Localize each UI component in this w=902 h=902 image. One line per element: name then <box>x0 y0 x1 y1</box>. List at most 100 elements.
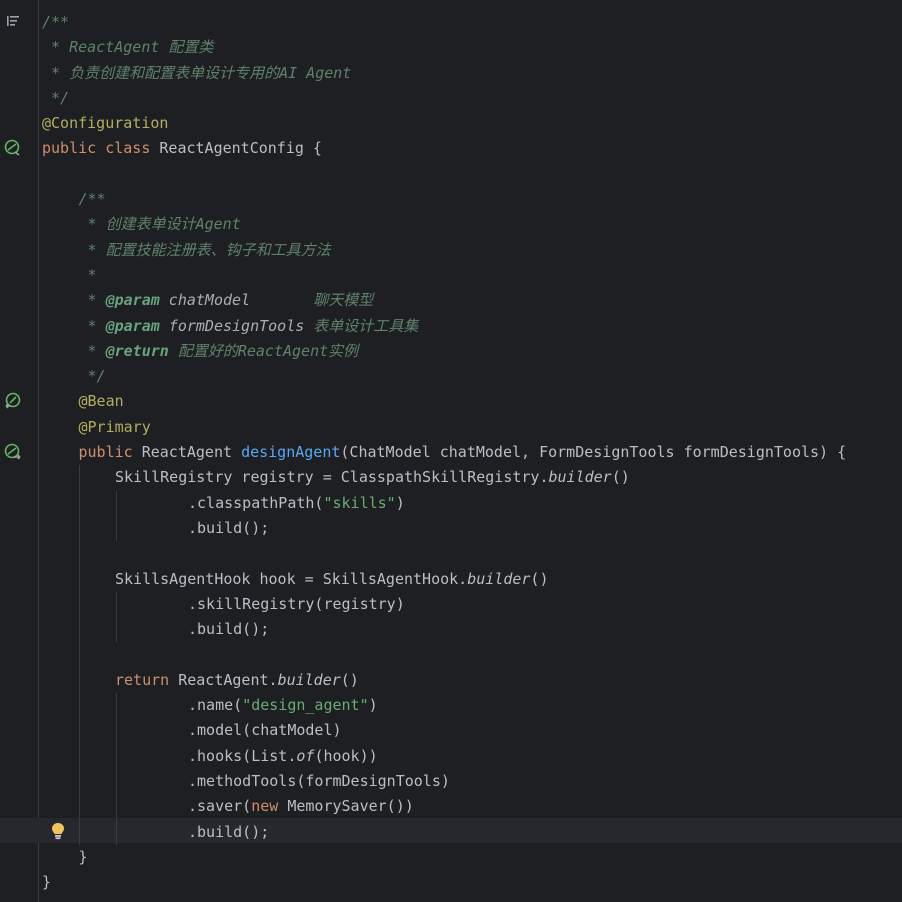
spring-bean-icon[interactable] <box>4 443 22 461</box>
code-token: 配置好的ReactAgent实例 <box>168 341 359 360</box>
code-line-content: * ReactAgent 配置类 <box>42 38 213 56</box>
code-line-content: .skillRegistry(registry) <box>42 595 405 613</box>
code-line[interactable] <box>42 162 902 187</box>
code-line[interactable]: @Bean <box>42 389 902 414</box>
code-token: MemorySaver()) <box>287 797 414 816</box>
code-line[interactable]: * <box>42 263 902 288</box>
code-line-content <box>42 544 115 562</box>
code-line[interactable]: */ <box>42 364 902 389</box>
code-line[interactable]: .saver(new MemorySaver()) <box>42 794 902 820</box>
code-line[interactable]: .methodTools(formDesignTools) <box>42 768 902 795</box>
code-line-content: .build(); <box>42 823 269 841</box>
code-line[interactable] <box>42 541 902 567</box>
code-line[interactable]: .hooks(List.of(hook)) <box>42 743 902 769</box>
code-token: @param <box>105 291 160 310</box>
code-line[interactable]: .name("design_agent") <box>42 693 902 719</box>
code-line[interactable] <box>42 642 902 668</box>
code-line[interactable]: @Configuration <box>42 111 902 136</box>
code-token: public <box>42 139 106 158</box>
code-token: builder <box>467 569 531 588</box>
code-token: ) <box>395 493 405 512</box>
code-token: .hooks(List. <box>188 746 297 765</box>
code-line[interactable]: SkillsAgentHook hook = SkillsAgentHook.b… <box>42 566 902 592</box>
code-token: (hook)) <box>314 746 378 765</box>
code-token: (ChatModel chatModel, FormDesignTools fo… <box>340 443 847 462</box>
code-token: .methodTools(formDesignTools) <box>188 771 450 790</box>
code-token: return <box>115 670 179 689</box>
code-line-content: } <box>42 848 88 866</box>
code-line[interactable]: .build(); <box>42 617 902 643</box>
code-line-content: @Bean <box>42 392 124 410</box>
code-token: .model(chatModel) <box>188 721 342 740</box>
code-token: @Bean <box>78 392 124 411</box>
code-line-content: .build(); <box>42 519 269 537</box>
code-token: ReactAgent <box>141 443 242 462</box>
code-line-content: * @param chatModel 聊天模型 <box>42 291 374 310</box>
code-line[interactable]: * @param chatModel 聊天模型 <box>42 288 902 313</box>
code-token: "skills" <box>323 493 396 512</box>
code-token: * 负责创建和配置表单设计专用的AI Agent <box>42 63 352 82</box>
code-token: .saver( <box>188 797 252 816</box>
code-token: .skillRegistry(registry) <box>188 594 405 613</box>
code-token: public <box>78 443 142 462</box>
spring-bean-navigate-icon[interactable] <box>4 392 22 410</box>
code-token: * <box>78 265 97 284</box>
code-token: ReactAgent. <box>178 670 278 689</box>
reader-mode-icon[interactable] <box>4 12 22 30</box>
code-line[interactable]: @Primary <box>42 415 902 440</box>
code-line-content: } <box>42 873 51 891</box>
code-line-content: * @param formDesignTools 表单设计工具集 <box>42 316 419 335</box>
code-line[interactable]: * 配置技能注册表、钩子和工具方法 <box>42 238 902 263</box>
code-token: builder <box>277 670 341 689</box>
code-line[interactable]: * 创建表单设计Agent <box>42 212 902 237</box>
code-line[interactable]: .model(chatModel) <box>42 718 902 744</box>
code-editor[interactable]: /** * ReactAgent 配置类 * 负责创建和配置表单设计专用的AI … <box>0 0 902 902</box>
code-token: () <box>340 670 359 689</box>
code-line[interactable]: * @param formDesignTools 表单设计工具集 <box>42 314 902 339</box>
code-line[interactable]: .classpathPath("skills") <box>42 490 902 516</box>
code-token: SkillRegistry registry = ClasspathSkillR… <box>115 468 549 487</box>
code-token: 聊天模型 <box>250 291 374 310</box>
code-line[interactable]: public class ReactAgentConfig { <box>42 136 902 161</box>
code-token: @Configuration <box>42 114 169 133</box>
code-line[interactable]: * ReactAgent 配置类 <box>42 35 902 60</box>
code-line-content: * 配置技能注册表、钩子和工具方法 <box>42 241 331 259</box>
code-line-content: .hooks(List.of(hook)) <box>42 747 378 765</box>
code-line[interactable]: /** <box>42 10 902 35</box>
code-token: @param <box>105 316 160 335</box>
code-token: () <box>530 569 549 588</box>
code-line-content: */ <box>42 89 69 107</box>
code-line-content: * <box>42 266 97 284</box>
code-line[interactable]: /** <box>42 187 902 212</box>
code-line[interactable]: */ <box>42 86 902 111</box>
code-line[interactable]: .build(); <box>42 819 902 845</box>
code-token: of <box>296 746 315 765</box>
code-line[interactable]: } <box>42 845 902 870</box>
code-line[interactable]: * 负责创建和配置表单设计专用的AI Agent <box>42 61 902 86</box>
code-line[interactable]: return ReactAgent.builder() <box>42 667 902 694</box>
code-line-content: .saver(new MemorySaver()) <box>42 797 414 815</box>
code-token: new <box>251 797 288 816</box>
code-line-content: public class ReactAgentConfig { <box>42 139 322 157</box>
code-token: * 配置技能注册表、钩子和工具方法 <box>78 240 331 259</box>
code-token: */ <box>42 88 70 107</box>
code-token: designAgent <box>241 443 341 462</box>
code-content[interactable]: /** * ReactAgent 配置类 * 负责创建和配置表单设计专用的AI … <box>42 10 902 895</box>
code-token: /** <box>78 190 106 209</box>
code-line[interactable]: } <box>42 870 902 895</box>
editor-gutter[interactable] <box>0 0 39 902</box>
code-token: .build(); <box>188 620 270 639</box>
code-line-content: @Configuration <box>42 114 168 132</box>
code-token: formDesignTools <box>159 316 305 335</box>
code-line[interactable]: .build(); <box>42 515 902 542</box>
code-line-content: */ <box>42 367 106 385</box>
code-line[interactable]: * @return 配置好的ReactAgent实例 <box>42 339 902 364</box>
code-line-content <box>42 645 115 663</box>
code-token: class <box>105 139 160 158</box>
code-line[interactable]: .skillRegistry(registry) <box>42 591 902 618</box>
code-line[interactable]: SkillRegistry registry = ClasspathSkillR… <box>42 465 902 491</box>
code-token: * 创建表单设计Agent <box>78 215 241 234</box>
code-line-content: * @return 配置好的ReactAgent实例 <box>42 341 359 360</box>
spring-bean-icon[interactable] <box>4 139 22 157</box>
code-line[interactable]: public ReactAgent designAgent(ChatModel … <box>42 440 902 465</box>
